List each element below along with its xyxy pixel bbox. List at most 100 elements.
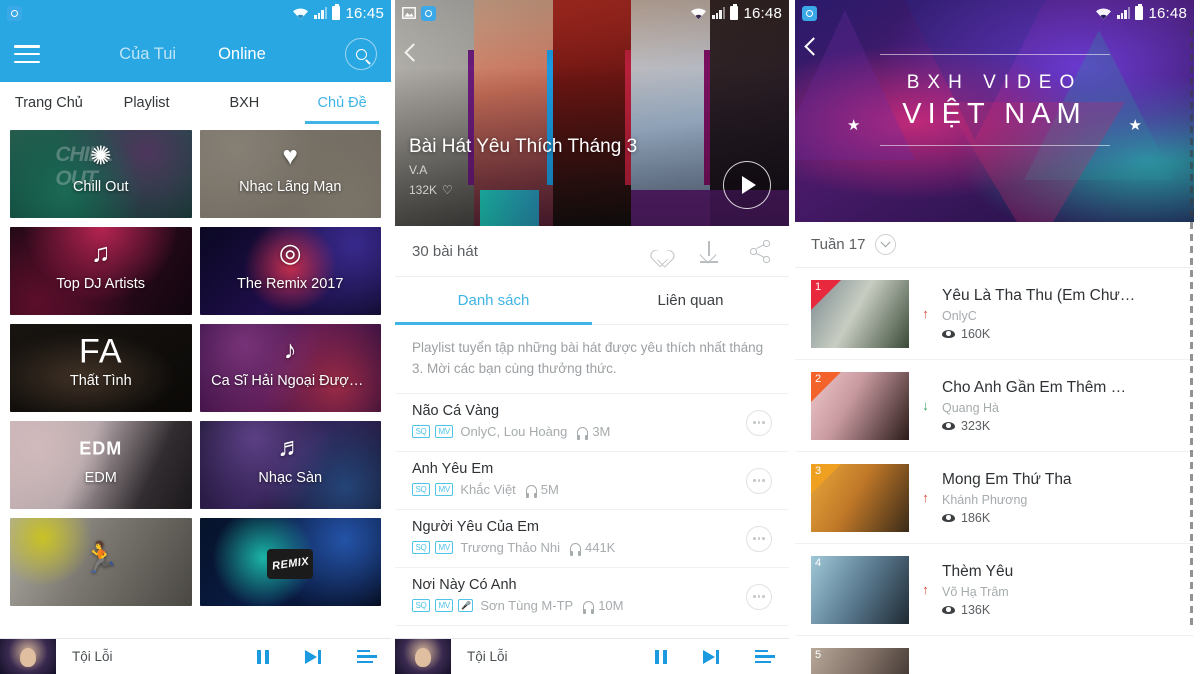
mini-player-2[interactable]: Tội Lỗi — [395, 638, 789, 674]
tab-trang-chu[interactable]: Trang Chủ — [0, 82, 98, 124]
hamburger-icon[interactable] — [14, 45, 40, 63]
sq-badge: SQ — [412, 541, 430, 555]
video-artist: OnlyC — [942, 308, 977, 323]
next-icon[interactable] — [702, 649, 719, 664]
karaoke-badge: 🎤 — [458, 599, 474, 613]
tile-label: Ca Sĩ Hải Ngoại Được ... — [211, 373, 373, 389]
song-more-button[interactable] — [746, 409, 772, 436]
playlist-actions — [646, 239, 772, 263]
segment-cua-tui[interactable]: Của Tui — [119, 45, 176, 64]
topic-tile-that-tinh[interactable]: FA Thất Tình — [10, 324, 192, 412]
playlist-artist: V.A — [409, 163, 428, 177]
headphone-icon — [569, 543, 581, 557]
mini-controls — [655, 649, 775, 664]
pause-icon[interactable] — [257, 649, 269, 664]
mini-artwork — [0, 639, 56, 674]
tile-label: Chill Out — [72, 179, 129, 195]
topic-tile-top-dj-artists[interactable]: ♫ Top DJ Artists — [10, 227, 192, 315]
signal-icon — [712, 7, 726, 19]
wifi-icon — [293, 7, 309, 19]
song-artist: OnlyC, Lou Hoàng — [460, 424, 568, 440]
video-info: Thèm Yêu Võ Hạ Trâm 136K — [942, 563, 1178, 617]
mini-controls — [257, 649, 377, 664]
chevron-down-icon[interactable] — [874, 234, 896, 255]
tab-danh-sach[interactable]: Danh sách — [395, 277, 592, 325]
app-eye-icon — [7, 5, 22, 21]
mini-title: Tội Lỗi — [72, 649, 113, 664]
share-icon[interactable] — [748, 239, 772, 263]
playlist-likes: 132K ♡ — [409, 183, 453, 197]
trend-up-icon: ↑ — [922, 490, 929, 505]
video-row[interactable]: 4 ↑ Thèm Yêu Võ Hạ Trâm 136K — [795, 544, 1194, 636]
heart-icon: ♡ — [442, 183, 453, 197]
battery-icon — [730, 3, 739, 20]
heart-icon[interactable] — [646, 239, 670, 263]
status-left — [7, 5, 22, 21]
palm-music-icon: ✺ — [89, 140, 112, 171]
tile-big-text: EDM — [79, 438, 123, 459]
segment-online[interactable]: Online — [218, 45, 266, 64]
topic-tile-edm[interactable]: EDM EDM — [10, 421, 192, 509]
rank-number: 2 — [815, 372, 822, 385]
battery-icon — [332, 3, 341, 20]
topic-tile-remix[interactable]: REMIX — [199, 518, 381, 606]
song-count: 30 bài hát — [412, 242, 478, 260]
back-icon[interactable] — [404, 43, 423, 62]
song-more-button[interactable] — [746, 525, 772, 552]
topic-tile-ca-si-hai-ngoai[interactable]: ♪ Ca Sĩ Hải Ngoại Được ... — [199, 324, 381, 412]
video-row[interactable]: 5 Em Phải Quên Anh — [795, 636, 1194, 674]
song-more-button[interactable] — [746, 583, 772, 610]
topic-tile-the-remix-2017[interactable]: ◎ The Remix 2017 — [199, 227, 381, 315]
queue-icon[interactable] — [357, 650, 377, 663]
headphone-icon — [583, 601, 595, 615]
playlist-hero: 16:48 Bài Hát Yêu Thích Tháng 3 V.A 132K… — [395, 0, 789, 226]
week-selector[interactable]: Tuần 17 — [795, 222, 1194, 268]
topic-tile-chill-out[interactable]: ✺ Chill Out — [10, 130, 192, 218]
video-row[interactable]: 3 ↑ Mong Em Thứ Tha Khánh Phương 186K — [795, 452, 1194, 544]
song-row[interactable]: Nơi Này Có Anh SQ MV 🎤 Sơn Tùng M-TP 10M — [395, 568, 789, 627]
eye-icon — [942, 513, 955, 522]
tab-playlist[interactable]: Playlist — [98, 82, 196, 124]
chart-hero: 16:48 BXH VIDEO VIỆT NAM ★ ★ — [795, 0, 1194, 222]
next-icon[interactable] — [304, 649, 321, 664]
topic-tile-nhac-lang-man[interactable]: ♥ Nhạc Lãng Mạn — [199, 130, 381, 218]
song-more-button[interactable] — [746, 467, 772, 494]
video-artist: Quang Hà — [942, 400, 999, 415]
queue-icon[interactable] — [755, 650, 775, 663]
video-info: Mong Em Thứ Tha Khánh Phương 186K — [942, 471, 1178, 525]
video-thumbnail: 2 — [811, 371, 909, 440]
tile-label: Nhạc Sàn — [258, 470, 323, 486]
video-row[interactable]: 2 ↓ Cho Anh Gần Em Thêm … Quang Hà 323K — [795, 360, 1194, 452]
chart-hero-line1: BXH VIDEO — [906, 72, 1083, 93]
topic-tile-gym[interactable]: 🏃 — [10, 518, 192, 606]
song-row[interactable]: Não Cá Vàng SQ MV OnlyC, Lou Hoàng 3M — [395, 394, 789, 453]
song-title: Anh Yêu Em — [412, 461, 494, 478]
play-count: 5M — [525, 482, 559, 499]
play-icon[interactable] — [723, 161, 771, 209]
tab-bxh[interactable]: BXH — [196, 82, 294, 124]
song-row[interactable]: Người Yêu Của Em SQ MV Trương Thảo Nhi 4… — [395, 510, 789, 569]
play-count: 10M — [583, 598, 624, 615]
video-row[interactable]: 1 ↑ Yêu Là Tha Thu (Em Chư… OnlyC 160K — [795, 268, 1194, 360]
mv-badge: MV — [434, 541, 454, 555]
sq-badge: SQ — [412, 599, 430, 613]
song-row[interactable]: Anh Yêu Em SQ MV Khắc Việt 5M — [395, 452, 789, 511]
status-right: 16:48 — [1095, 3, 1187, 22]
play-count: 441K — [569, 540, 615, 557]
turntable-icon: ◎ — [278, 237, 302, 268]
download-icon[interactable] — [697, 239, 721, 263]
tab-chu-de[interactable]: Chủ Đề — [293, 82, 391, 124]
tile-label: The Remix 2017 — [237, 276, 344, 292]
panel-playlist-detail: 16:48 Bài Hát Yêu Thích Tháng 3 V.A 132K… — [395, 0, 789, 674]
mini-player-1[interactable]: Tội Lỗi — [0, 638, 391, 674]
video-thumbnail: 3 — [811, 463, 909, 532]
topic-tile-nhac-san[interactable]: ♬ Nhạc Sàn — [199, 421, 381, 509]
tab-lien-quan[interactable]: Liên quan — [592, 277, 789, 324]
tile-label: Top DJ Artists — [56, 276, 146, 292]
mv-badge: MV — [434, 483, 454, 497]
video-thumbnail: 4 — [811, 555, 909, 624]
pause-icon[interactable] — [655, 649, 667, 664]
search-icon[interactable] — [345, 38, 377, 70]
headphone-icon — [525, 485, 537, 499]
back-icon[interactable] — [804, 37, 823, 56]
